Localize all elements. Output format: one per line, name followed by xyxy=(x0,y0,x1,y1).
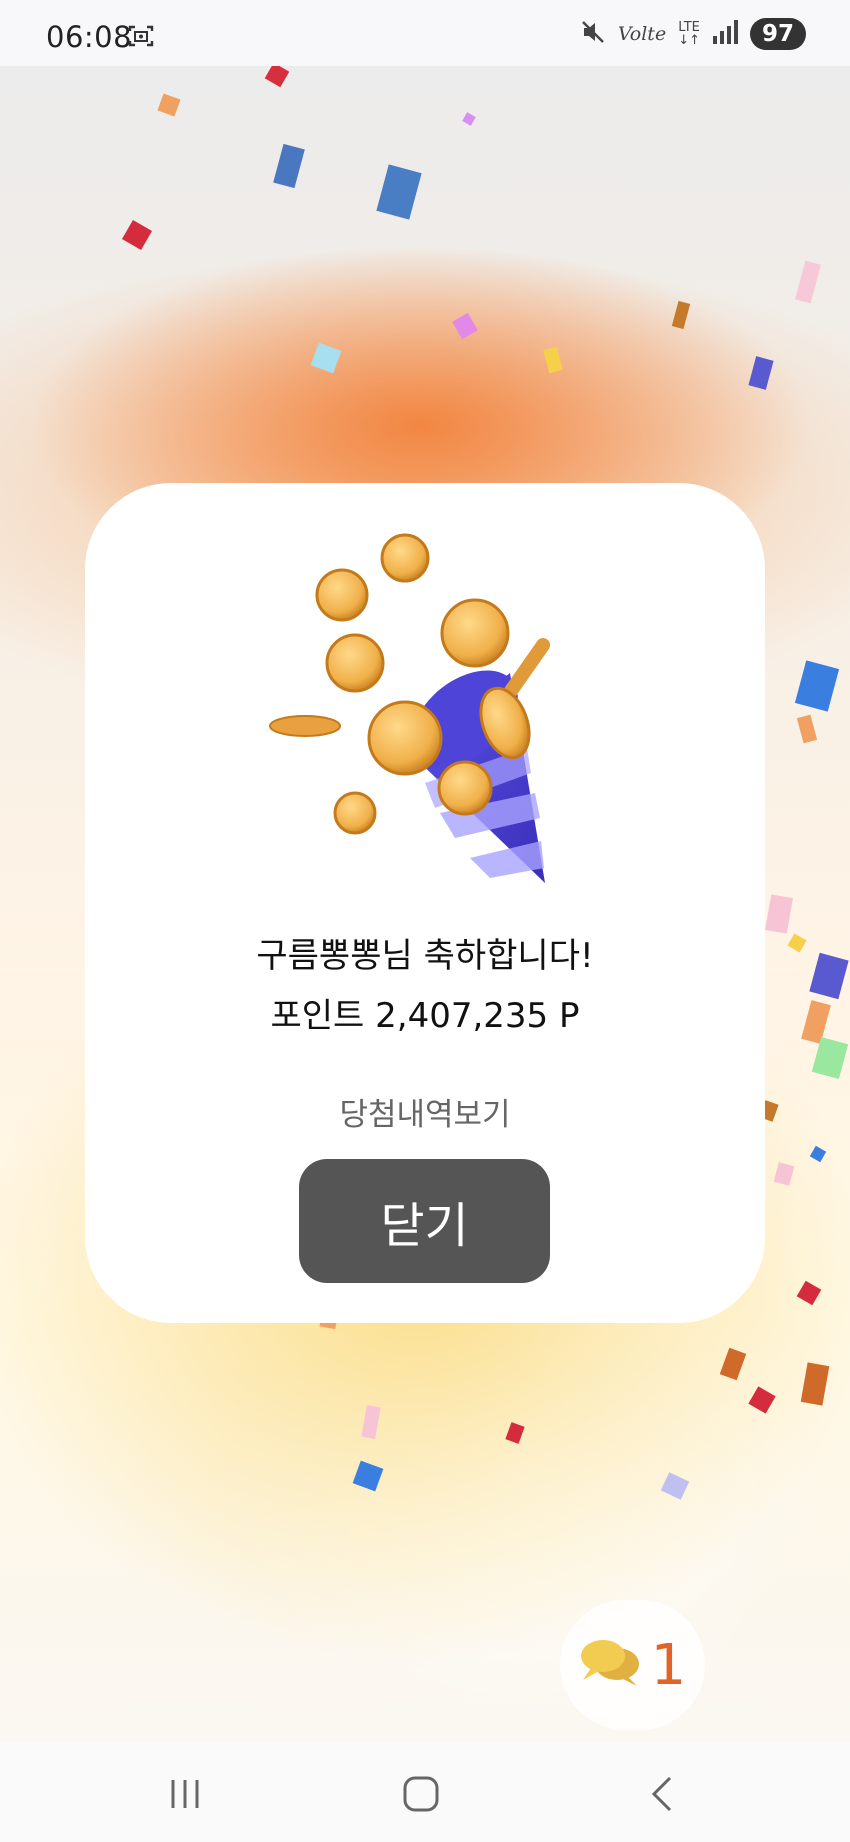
status-bar: 06:08 Volte LTE ↓↑ 97 xyxy=(0,0,850,66)
screenshot-icon xyxy=(128,24,154,48)
winning-history-link[interactable]: 당첨내역보기 xyxy=(85,1089,765,1134)
volte-label: Volte xyxy=(617,23,667,45)
reward-dialog: 구름뽕뽕님 축하합니다! 포인트 2,407,235 P 당첨내역보기 닫기 xyxy=(85,483,765,1323)
navigation-bar xyxy=(0,1742,850,1842)
points-amount: 포인트 2,407,235 P xyxy=(270,996,580,1036)
recents-icon[interactable] xyxy=(155,1772,215,1816)
signal-icon xyxy=(712,20,738,48)
lte-label: LTE ↓↑ xyxy=(678,20,700,48)
chat-button[interactable]: 1 xyxy=(560,1600,705,1730)
back-icon[interactable] xyxy=(632,1772,692,1816)
status-time: 06:08 xyxy=(46,20,133,54)
congrats-message: 구름뽕뽕님 축하합니다! xyxy=(256,936,594,976)
battery-indicator: 97 xyxy=(749,18,806,50)
close-button[interactable]: 닫기 xyxy=(299,1159,550,1283)
mute-icon xyxy=(580,19,606,49)
chat-count-badge: 1 xyxy=(650,1632,687,1698)
party-popper-coins-icon xyxy=(265,523,605,903)
home-icon[interactable] xyxy=(391,1772,451,1816)
chat-bubbles-icon xyxy=(579,1636,643,1694)
